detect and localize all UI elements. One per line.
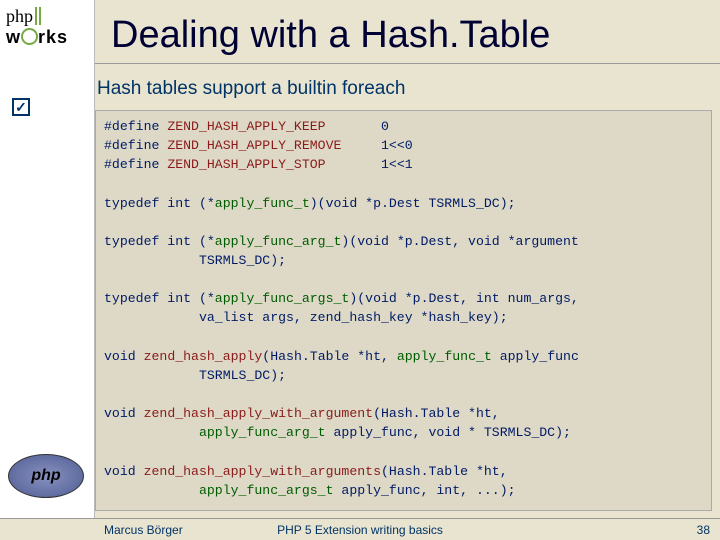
logo-bar-icon — [35, 7, 41, 25]
footer-page-number: 38 — [697, 523, 710, 537]
slide-subhead: Hash tables support a builtin foreach — [95, 64, 720, 110]
logo-line1: php — [6, 6, 33, 26]
gear-icon — [21, 28, 38, 45]
slide-content: Dealing with a Hash.Table Hash tables su… — [95, 0, 720, 540]
footer-title: PHP 5 Extension writing basics — [0, 523, 720, 537]
checkbox-icon: ✓ — [12, 98, 30, 116]
code-block: #define ZEND_HASH_APPLY_KEEP 0 #define Z… — [95, 110, 712, 511]
php-logo-icon: php — [8, 454, 84, 498]
footer: Marcus Börger PHP 5 Extension writing ba… — [0, 518, 720, 540]
sidebar: php wrks ✓ php — [0, 0, 95, 540]
logo-line2: wrks — [6, 27, 88, 48]
conference-logo: php wrks — [0, 0, 94, 48]
slide-title: Dealing with a Hash.Table — [95, 0, 720, 63]
